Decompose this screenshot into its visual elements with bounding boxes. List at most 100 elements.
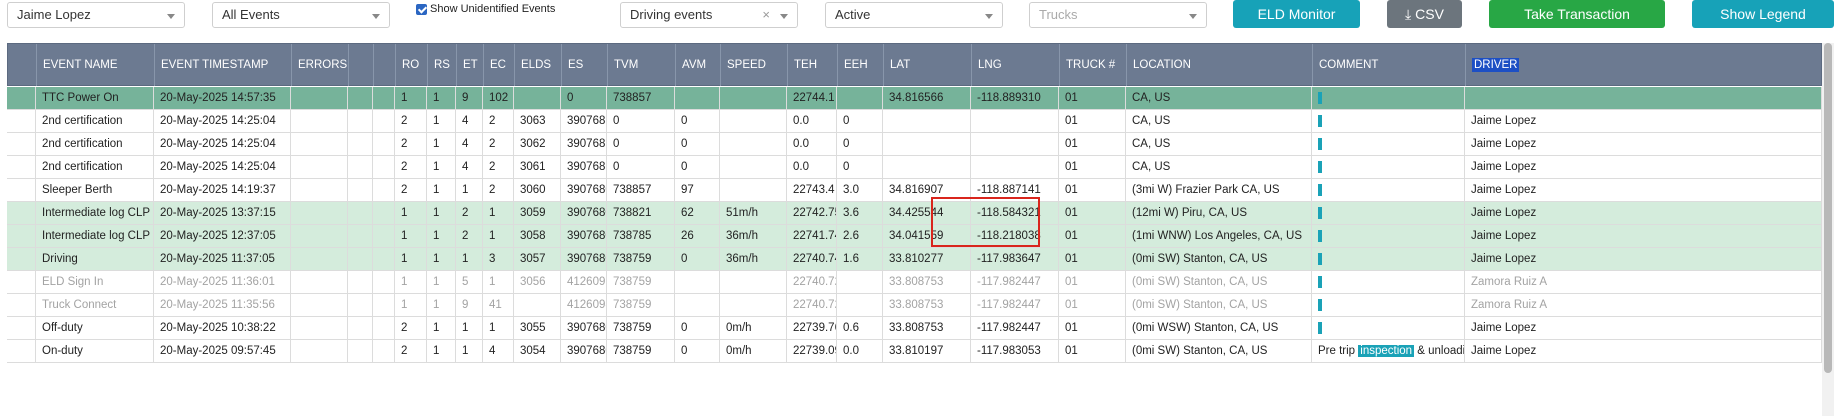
comment-mark (1318, 161, 1322, 173)
show-legend-button[interactable]: Show Legend (1692, 0, 1834, 28)
cell-select-col (7, 87, 36, 109)
table-row[interactable]: 2nd certification 20-May-2025 14:25:04 2 1 4… (7, 133, 1822, 156)
cell-teh: 22743.4 (787, 179, 837, 201)
cell-errors (291, 317, 348, 339)
cell-avm: 62 (675, 202, 720, 224)
cell-errors (291, 248, 348, 270)
cell-rs: 1 (427, 340, 456, 362)
comment-mark (1318, 299, 1322, 311)
header-comment[interactable]: COMMENT (1313, 44, 1466, 86)
comment-mark (1318, 207, 1322, 219)
comment-mark (1318, 253, 1322, 265)
cell-lat: 33.808753 (883, 294, 971, 316)
header-location[interactable]: LOCATION (1127, 44, 1313, 86)
header-lng-label: LNG (978, 59, 1002, 71)
header-tvm[interactable]: TVM (608, 44, 676, 86)
driver-select[interactable]: Jaime Lopez (7, 2, 185, 28)
comment-post: & unloading (1417, 345, 1465, 357)
header-truck-number-label: TRUCK # (1066, 59, 1116, 71)
scrollbar-thumb[interactable] (1824, 43, 1832, 373)
cell-teh: 22744.1 (787, 87, 837, 109)
cell-avm: 0 (675, 317, 720, 339)
table-row[interactable]: ELD Sign In 20-May-2025 11:36:01 1 1 5 1 3056 4… (7, 271, 1822, 294)
checkbox-checked-icon[interactable] (416, 3, 427, 15)
table-row[interactable]: Driving 20-May-2025 11:37:05 1 1 1 3 3057 39076… (7, 248, 1822, 271)
table-row[interactable]: Off-duty 20-May-2025 10:38:22 2 1 1 1 3055 3907… (7, 317, 1822, 340)
header-es[interactable]: ES (562, 44, 608, 86)
csv-button[interactable]: ⤓ CSV (1387, 0, 1462, 28)
header-eeh[interactable]: EEH (838, 44, 884, 86)
trucks-select[interactable]: Trucks (1029, 2, 1207, 28)
cell-es: 39076809 (561, 225, 607, 247)
header-event-timestamp[interactable]: EVENT TIMESTAMP (155, 44, 292, 86)
cell-extra-2 (373, 87, 395, 109)
cell-ro: 1 (395, 87, 427, 109)
comment-mark (1318, 322, 1322, 334)
table-row[interactable]: Sleeper Berth 20-May-2025 14:19:37 2 1 1 2 306… (7, 179, 1822, 202)
cell-eeh: 0 (837, 133, 883, 155)
cell-tvm: 738759 (607, 317, 675, 339)
cell-driver: Jaime Lopez (1465, 248, 1822, 270)
eld-monitor-button[interactable]: ELD Monitor (1233, 0, 1360, 28)
csv-label: CSV (1415, 6, 1444, 22)
table-row[interactable]: 2nd certification 20-May-2025 14:25:04 2 1 4… (7, 156, 1822, 179)
eld-monitor-label: ELD Monitor (1257, 6, 1336, 22)
cell-extra-1 (348, 317, 373, 339)
cell-ec: 2 (483, 110, 514, 132)
event-type-select[interactable]: Driving events × (620, 2, 798, 28)
table-row[interactable]: Truck Connect 20-May-2025 11:35:56 1 1 9 41 41… (7, 294, 1822, 317)
header-lat[interactable]: LAT (884, 44, 972, 86)
cell-ec: 4 (483, 340, 514, 362)
cell-lat (883, 110, 971, 132)
header-event-name[interactable]: EVENT NAME (37, 44, 155, 86)
header-speed[interactable]: SPEED (721, 44, 788, 86)
table-row[interactable]: 2nd certification 20-May-2025 14:25:04 2 1 4… (7, 110, 1822, 133)
header-errors[interactable]: ERRORS (292, 44, 349, 86)
header-elds[interactable]: ELDS (515, 44, 562, 86)
cell-et: 4 (456, 133, 483, 155)
cell-extra-2 (373, 317, 395, 339)
header-lng[interactable]: LNG (972, 44, 1060, 86)
header-truck-number[interactable]: TRUCK # (1060, 44, 1127, 86)
cell-errors (291, 87, 348, 109)
cell-select-col (7, 340, 36, 362)
cell-errors (291, 225, 348, 247)
cell-select-col (7, 294, 36, 316)
header-avm[interactable]: AVM (676, 44, 721, 86)
show-unidentified-checkbox[interactable]: Show Unidentified Events (416, 3, 555, 15)
cell-avm (675, 271, 720, 293)
header-location-label: LOCATION (1133, 59, 1191, 71)
take-transaction-button[interactable]: Take Transaction (1489, 0, 1665, 28)
cell-et: 1 (456, 317, 483, 339)
cell-lat (883, 133, 971, 155)
cell-truck-number: 01 (1059, 87, 1126, 109)
status-select[interactable]: Active (825, 2, 1003, 28)
header-extra-2[interactable] (374, 44, 396, 86)
header-rs[interactable]: RS (428, 44, 457, 86)
header-extra-1[interactable] (349, 44, 374, 86)
table-row[interactable]: Intermediate log CLP 20-May-2025 13:37:15… (7, 202, 1822, 225)
cell-tvm: 738759 (607, 340, 675, 362)
cell-et: 2 (456, 202, 483, 224)
clear-icon[interactable]: × (762, 3, 770, 27)
cell-extra-1 (348, 294, 373, 316)
table-row[interactable]: TTC Power On 20-May-2025 14:57:35 1 1 9 102 0 7… (7, 87, 1822, 110)
cell-speed (720, 133, 787, 155)
cell-es: 39076807 (561, 340, 607, 362)
events-select[interactable]: All Events (212, 2, 390, 28)
cell-event-name: Sleeper Berth (36, 179, 154, 201)
header-teh[interactable]: TEH (788, 44, 838, 86)
cell-select-col (7, 179, 36, 201)
header-ec[interactable]: EC (484, 44, 515, 86)
cell-select-col (7, 202, 36, 224)
cell-extra-1 (348, 110, 373, 132)
cell-speed (720, 156, 787, 178)
header-driver[interactable]: DRIVER (1466, 44, 1823, 86)
cell-elds: 3062 (514, 133, 561, 155)
table-row[interactable]: Intermediate log CLP 20-May-2025 12:37:05… (7, 225, 1822, 248)
cell-elds: 3056 (514, 271, 561, 293)
table-row[interactable]: On-duty 20-May-2025 09:57:45 2 1 1 4 3054 39076… (7, 340, 1822, 363)
cell-event-timestamp: 20-May-2025 14:57:35 (154, 87, 291, 109)
header-ro[interactable]: RO (396, 44, 428, 86)
header-et[interactable]: ET (457, 44, 484, 86)
